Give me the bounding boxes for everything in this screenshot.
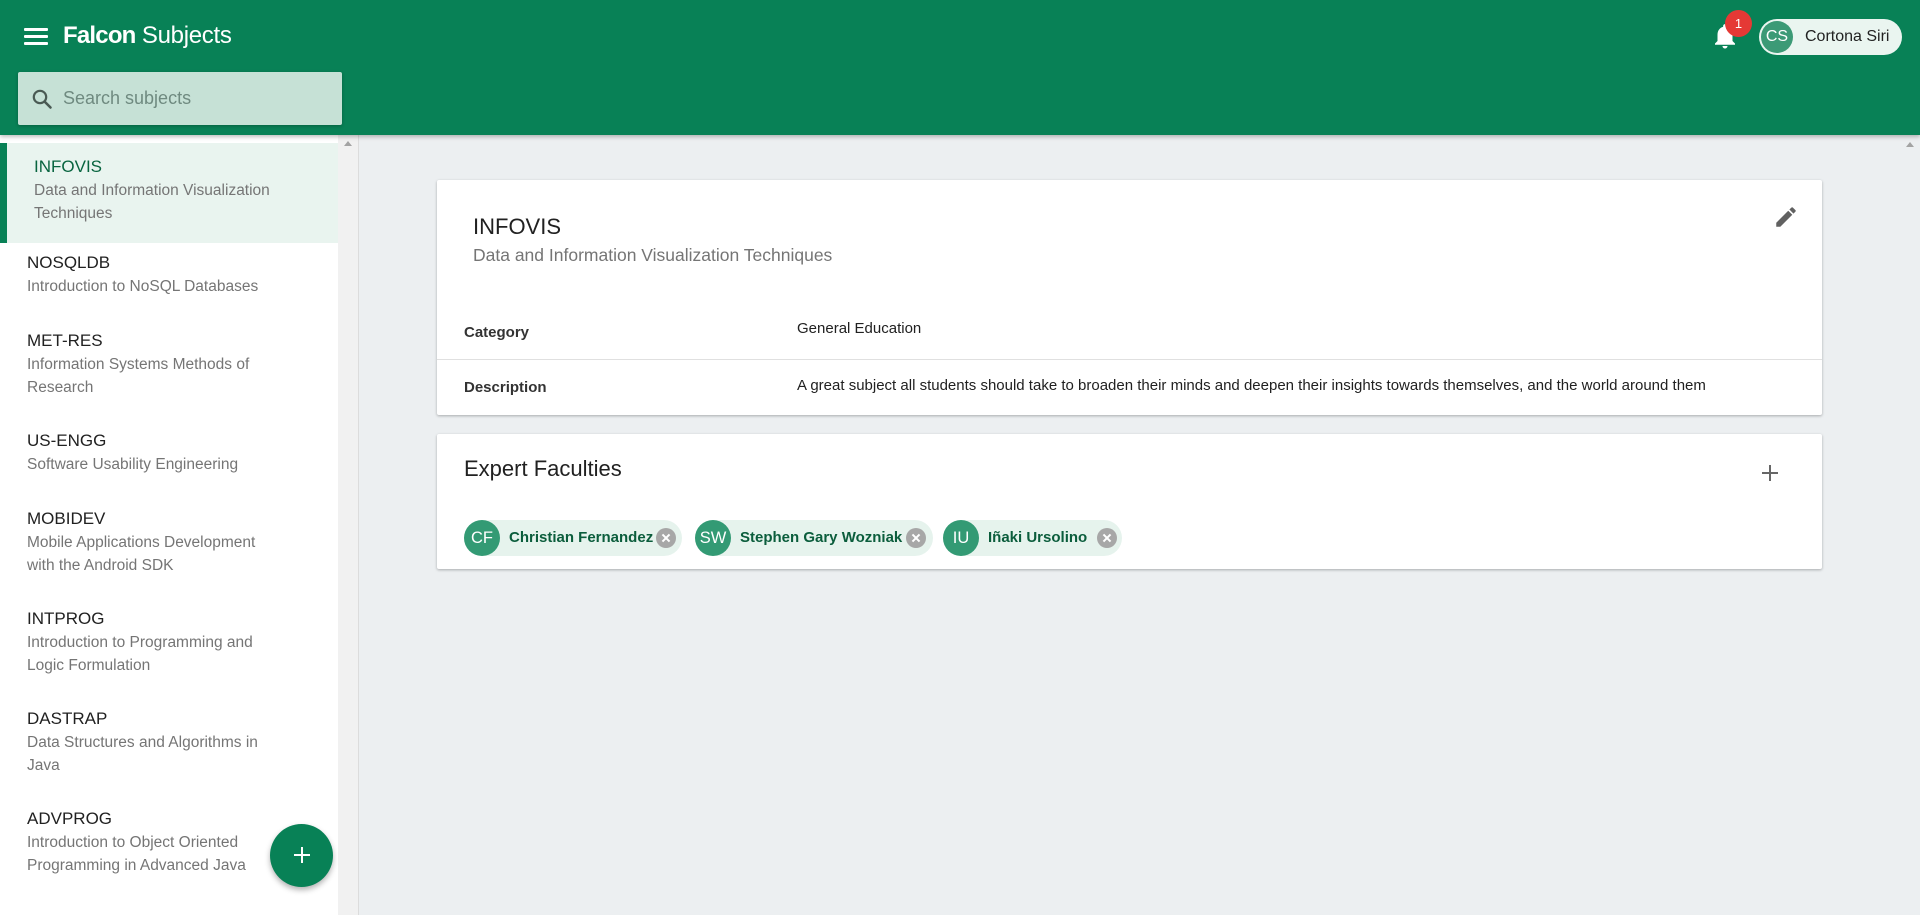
faculty-chip[interactable]: CF Christian Fernandez — [464, 520, 682, 556]
subject-sidebar: INFOVIS Data and Information Visualizatio… — [0, 135, 359, 915]
sidebar-item-infovis[interactable]: INFOVIS Data and Information Visualizatio… — [0, 143, 338, 243]
sidebar-item-name: Introduction to Object Oriented Programm… — [27, 834, 246, 874]
app-bar: Falcon Subjects 1 CS Cortona Siri — [0, 0, 1920, 135]
sidebar-item-code: MET-RES — [27, 331, 103, 350]
search-box[interactable] — [18, 72, 342, 125]
sidebar-item-intprog[interactable]: INTPROG Introduction to Programming and L… — [0, 599, 338, 699]
app-title: Falcon Subjects — [63, 22, 232, 50]
faculty-name: Stephen Gary Wozniak — [740, 529, 903, 546]
sidebar-item-code: DASTRAP — [27, 709, 108, 728]
sidebar-item-code: ADVPROG — [27, 809, 113, 828]
subject-code: INFOVIS — [473, 214, 562, 239]
faculty-chip[interactable]: SW Stephen Gary Wozniak — [695, 520, 933, 556]
sidebar-item-code: MOBIDEV — [27, 509, 106, 528]
category-value: General Education — [797, 320, 922, 337]
category-label: Category — [464, 324, 530, 341]
sidebar-scrollbar[interactable] — [338, 135, 359, 915]
sidebar-item-code: INTPROG — [27, 609, 105, 628]
user-menu[interactable]: CS Cortona Siri — [1759, 19, 1902, 55]
sidebar-item-name: Information Systems Methods of Research — [27, 356, 250, 396]
sidebar-item-name: Mobile Applications Development with the… — [27, 534, 256, 574]
description-row: Description A great subject all students… — [437, 361, 1822, 415]
edit-icon[interactable] — [1773, 204, 1799, 230]
sidebar-item-mobidev[interactable]: MOBIDEV Mobile Applications Development w… — [0, 499, 338, 599]
sidebar-item-nosqldb[interactable]: NOSQLDB Introduction to NoSQL Databases — [0, 243, 338, 321]
faculty-avatar: IU — [943, 520, 979, 556]
faculty-avatar: SW — [695, 520, 731, 556]
sidebar-item-dastrap[interactable]: DASTRAP Data Structures and Algorithms in… — [0, 699, 338, 799]
main-scroll-up-arrow-icon[interactable] — [1906, 142, 1914, 147]
add-subject-button[interactable] — [270, 824, 333, 887]
brand-bold: Falcon — [63, 22, 136, 49]
sidebar-item-code: US-ENGG — [27, 431, 107, 450]
close-circle-icon[interactable] — [1097, 528, 1117, 548]
plus-icon-stem — [301, 847, 303, 863]
menu-icon[interactable] — [22, 24, 50, 48]
avatar: CS — [1761, 21, 1793, 53]
faculties-title: Expert Faculties — [464, 456, 622, 481]
add-faculty-button[interactable] — [1757, 460, 1783, 486]
faculty-name: Christian Fernandez — [509, 529, 654, 546]
subject-list: INFOVIS Data and Information Visualizatio… — [0, 143, 338, 899]
sidebar-item-us-engg[interactable]: US-ENGG Software Usability Engineering — [0, 421, 338, 499]
subject-info-card: INFOVIS Data and Information Visualizati… — [437, 180, 1822, 415]
plus-icon-stem — [1769, 465, 1771, 481]
sidebar-item-code: INFOVIS — [34, 157, 103, 176]
sidebar-item-met-res[interactable]: MET-RES Information Systems Methods of Re… — [0, 321, 338, 421]
faculty-avatar: CF — [464, 520, 500, 556]
user-name: Cortona Siri — [1805, 28, 1890, 45]
search-input[interactable] — [63, 72, 333, 125]
search-icon — [32, 89, 52, 109]
sidebar-item-code: NOSQLDB — [27, 253, 111, 272]
subject-title: Data and Information Visualization Techn… — [473, 245, 833, 265]
scroll-up-arrow-icon[interactable] — [344, 141, 352, 146]
notification-badge: 1 — [1725, 10, 1752, 37]
sidebar-item-name: Data Structures and Algorithms in Java — [27, 734, 258, 774]
category-row: Category General Education — [437, 306, 1822, 360]
faculty-chip[interactable]: IU Iñaki Ursolino — [943, 520, 1122, 556]
faculty-name: Iñaki Ursolino — [988, 529, 1088, 546]
close-circle-icon[interactable] — [656, 528, 676, 548]
sidebar-item-name: Data and Information Visualization Techn… — [34, 182, 270, 222]
description-label: Description — [464, 379, 547, 396]
description-value: A great subject all students should take… — [797, 377, 1706, 394]
close-circle-icon[interactable] — [906, 528, 926, 548]
sidebar-item-name: Software Usability Engineering — [27, 456, 239, 473]
expert-faculties-card: Expert Faculties CF Christian Fernandez … — [437, 434, 1822, 569]
sidebar-item-name: Introduction to NoSQL Databases — [27, 278, 259, 295]
sidebar-item-name: Introduction to Programming and Logic Fo… — [27, 634, 253, 674]
brand-rest: Subjects — [135, 22, 232, 49]
